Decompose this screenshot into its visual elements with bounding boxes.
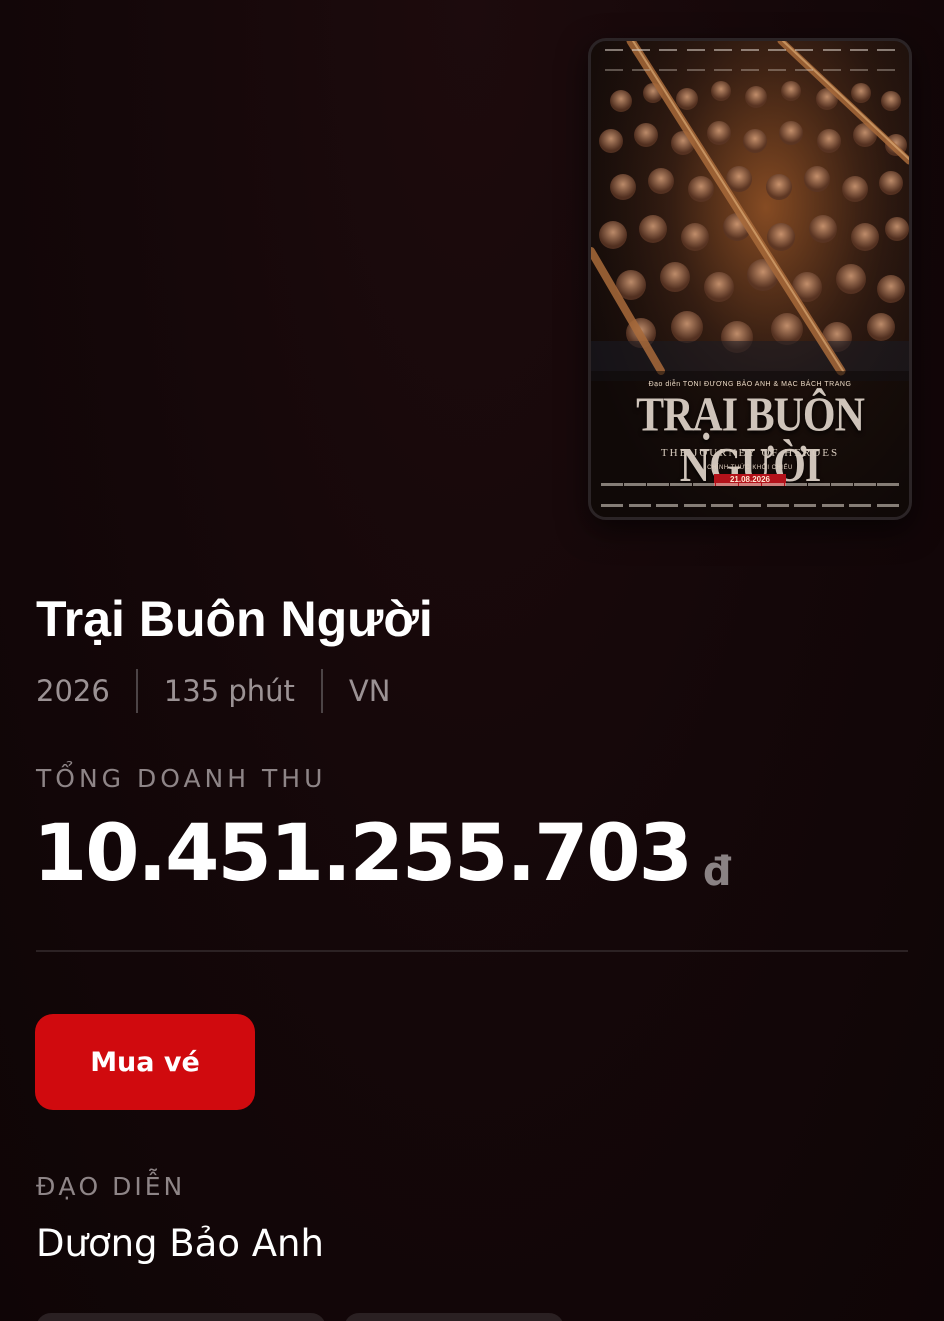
poster-credit-block	[605, 49, 895, 71]
revenue-label: TỔNG DOANH THU	[36, 764, 327, 793]
poster-sponsor-logos	[601, 483, 899, 507]
movie-duration: 135 phút	[163, 674, 295, 708]
movie-country: VN	[348, 674, 391, 708]
movie-detail-screen: Đạo diễn TONI ĐƯƠNG BẢO ANH & MẠC BÁCH T…	[0, 0, 944, 1321]
meta-divider	[320, 669, 323, 713]
poster-director-credit: Đạo diễn TONI ĐƯƠNG BẢO ANH & MẠC BÁCH T…	[648, 381, 852, 388]
cast-chip-row	[36, 1313, 564, 1321]
movie-poster[interactable]: Đạo diễn TONI ĐƯƠNG BẢO ANH & MẠC BÁCH T…	[588, 38, 912, 520]
revenue-value: 10.451.255.703	[33, 809, 693, 899]
cast-chip[interactable]	[344, 1313, 564, 1321]
section-divider	[36, 950, 908, 952]
poster-subtitle: THE JOURNEY OF HEROES	[660, 447, 840, 459]
poster-release-label: CHÍNH THỨC KHỞI CHIẾU	[707, 465, 793, 471]
director-label: ĐẠO DIỄN	[36, 1172, 186, 1201]
revenue-total: 10.451.255.703 đ	[33, 808, 732, 900]
revenue-currency: đ	[702, 849, 732, 895]
movie-meta: 2026 135 phút VN	[36, 668, 390, 714]
cast-chip[interactable]	[36, 1313, 326, 1321]
buy-ticket-button[interactable]: Mua vé	[35, 1014, 255, 1110]
movie-title: Trại Buôn Người	[36, 591, 433, 647]
movie-year: 2026	[36, 674, 110, 708]
director-name: Dương Bảo Anh	[36, 1222, 324, 1265]
meta-divider	[135, 669, 138, 713]
